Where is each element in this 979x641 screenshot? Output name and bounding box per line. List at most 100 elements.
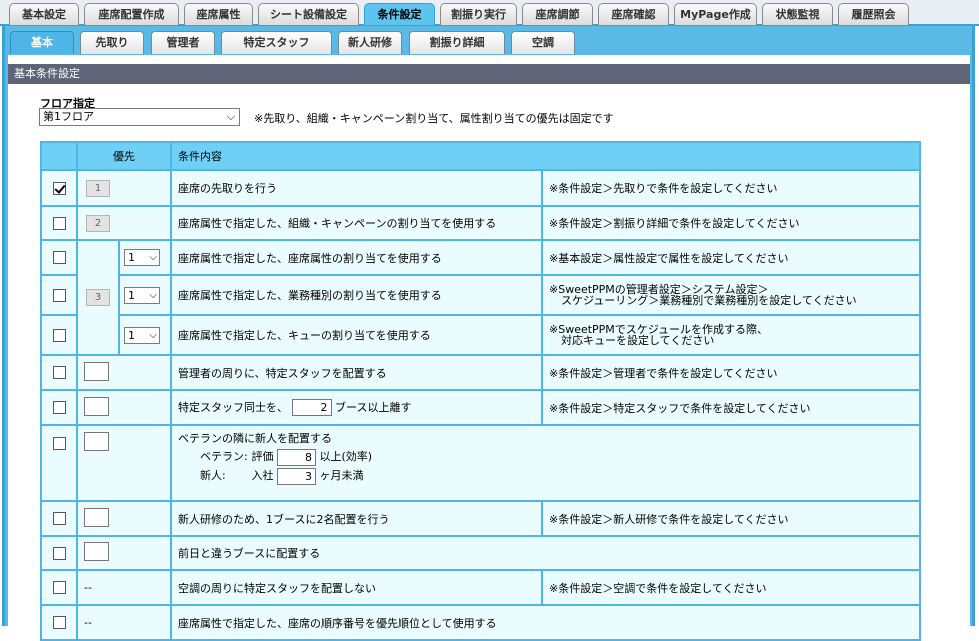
row-checkbox[interactable] bbox=[52, 436, 66, 450]
newcomer-sub-label: 入社 bbox=[251, 469, 274, 482]
condition-text: 座席属性で指定した、座席の順序番号を優先順位として使用する bbox=[170, 604, 921, 641]
newcomer-suffix: ヶ月未満 bbox=[319, 469, 364, 482]
tab-mypage-create[interactable]: MyPage作成 bbox=[674, 3, 757, 25]
table-row: -- 座席属性で指定した、座席の順序番号を優先順位として使用する bbox=[40, 604, 921, 641]
condition-text: 座席の先取りを行う bbox=[170, 169, 543, 207]
tab-condition-settings[interactable]: 条件設定 bbox=[364, 3, 435, 25]
subtab-basic[interactable]: 基本 bbox=[10, 31, 74, 54]
condition-text: 前日と違うブースに配置する bbox=[170, 535, 921, 571]
tab-seat-layout[interactable]: 座席配置作成 bbox=[84, 3, 179, 25]
table-row: 1 座席の先取りを行う ※条件設定＞先取りで条件を設定してください bbox=[40, 169, 921, 207]
priority-badge: 3 bbox=[86, 289, 110, 306]
booth-distance-input[interactable]: 2 bbox=[291, 399, 332, 417]
condition-note: ※条件設定＞管理者で条件を設定してください bbox=[541, 354, 921, 391]
subtab-allocation-detail[interactable]: 割振り詳細 bbox=[409, 31, 505, 54]
tab-seat-attributes[interactable]: 座席属性 bbox=[184, 3, 253, 25]
newcomer-months-input[interactable]: 3 bbox=[277, 467, 316, 485]
row-checkbox[interactable] bbox=[52, 581, 66, 595]
row-checkbox[interactable] bbox=[52, 328, 66, 342]
header-condition: 条件内容 bbox=[170, 141, 921, 171]
row-checkbox[interactable] bbox=[52, 288, 66, 302]
newcomer-line: 新人: 入社 3 ヶ月未満 bbox=[178, 466, 913, 485]
table-row: 2 座席属性で指定した、組織・キャンペーンの割り当てを使用する ※条件設定＞割振… bbox=[40, 205, 921, 241]
settings-panel: 基本条件設定 フロア指定 第1フロア ⌵ ※先取り、組織・キャンペーン割り当て、… bbox=[8, 55, 970, 641]
condition-text: 座席属性で指定した、キューの割り当てを使用する bbox=[170, 314, 543, 356]
table-row: 1 ⌵ 座席属性で指定した、業務種別の割り当てを使用する ※SweetPPMの管理… bbox=[40, 274, 921, 316]
condition-prefix: 特定スタッフ同士を、 bbox=[178, 400, 288, 414]
condition-text: 新人研修のため、1ブースに2名配置を行う bbox=[170, 500, 543, 537]
priority-input[interactable] bbox=[84, 361, 109, 381]
condition-note: ※SweetPPMでスケジュールを作成する際、 対応キューを設定してください bbox=[541, 314, 921, 356]
condition-note: ※SweetPPMの管理者設定＞システム設定＞ スケジューリング＞業務種別で業務… bbox=[541, 274, 921, 316]
tab-allocation-run[interactable]: 割振り実行 bbox=[440, 3, 517, 25]
veteran-sub-label: 評価 bbox=[251, 450, 274, 463]
chevron-down-icon: ⌵ bbox=[149, 252, 157, 263]
priority-input[interactable] bbox=[84, 542, 109, 561]
subtab-new-training[interactable]: 新人研修 bbox=[338, 31, 402, 54]
chevron-down-icon: ⌵ bbox=[149, 329, 157, 341]
veteran-rating-input[interactable]: 8 bbox=[277, 448, 316, 466]
priority-dash: -- bbox=[76, 604, 172, 641]
tab-history[interactable]: 履歴照会 bbox=[838, 3, 909, 25]
condition-note: ※条件設定＞新人研修で条件を設定してください bbox=[541, 500, 921, 537]
row-checkbox[interactable] bbox=[52, 401, 66, 415]
chevron-down-icon: ⌵ bbox=[226, 110, 235, 123]
priority-badge: 2 bbox=[86, 214, 110, 232]
chevron-down-icon: ⌵ bbox=[149, 289, 157, 301]
row-checkbox[interactable] bbox=[52, 216, 66, 230]
row-checkbox[interactable] bbox=[52, 616, 66, 630]
table-row: 新人研修のため、1ブースに2名配置を行う ※条件設定＞新人研修で条件を設定してく… bbox=[40, 500, 921, 537]
condition-note: ※条件設定＞割振り詳細で条件を設定してください bbox=[541, 205, 921, 241]
note-line-2: スケジューリング＞業務種別で業務種別を設定してください bbox=[561, 294, 857, 307]
condition-text: 空調の周りに特定スタッフを配置しない bbox=[170, 569, 543, 606]
tab-basic-settings[interactable]: 基本設定 bbox=[9, 3, 79, 25]
conditions-table: 優先 条件内容 1 座席の先取りを行う ※条件設定＞先取りで条件を設定してくださ… bbox=[40, 141, 921, 641]
tab-seat-adjust[interactable]: 座席調節 bbox=[522, 3, 593, 25]
veteran-suffix: 以上(効率) bbox=[319, 450, 373, 463]
table-row: ベテランの隣に新人を配置する ベテラン: 評価 8 以上(効率) 新人: 入社 … bbox=[40, 424, 921, 502]
subtab-special-staff[interactable]: 特定スタッフ bbox=[221, 31, 332, 54]
row-checkbox[interactable] bbox=[52, 366, 66, 380]
subtab-preempt[interactable]: 先取り bbox=[80, 31, 144, 54]
table-row: 管理者の周りに、特定スタッフを配置する ※条件設定＞管理者で条件を設定してくださ… bbox=[40, 354, 921, 391]
row-checkbox[interactable] bbox=[52, 512, 66, 526]
header-check bbox=[40, 141, 78, 171]
row-checkbox[interactable] bbox=[52, 181, 66, 195]
condition-text: 特定スタッフ同士を、 2 ブース以上離す bbox=[170, 389, 543, 426]
condition-text: 管理者の周りに、特定スタッフを配置する bbox=[170, 354, 543, 391]
panel-title: 基本条件設定 bbox=[8, 64, 970, 84]
header-priority: 優先 bbox=[76, 141, 172, 171]
row-checkbox[interactable] bbox=[52, 546, 66, 560]
condition-note: ※条件設定＞先取りで条件を設定してください bbox=[541, 169, 921, 207]
veteran-line: ベテラン: 評価 8 以上(効率) bbox=[178, 447, 913, 466]
table-row: 3 1 ⌵ 座席属性で指定した、座席属性の割り当てを使用する ※基本設定＞属性設定… bbox=[40, 239, 921, 356]
tab-seat-confirm[interactable]: 座席確認 bbox=[598, 3, 669, 25]
subtab-manager[interactable]: 管理者 bbox=[151, 31, 215, 54]
priority-dash: -- bbox=[76, 569, 172, 606]
row-checkbox[interactable] bbox=[52, 251, 66, 265]
note-line-2: 対応キューを設定してください bbox=[561, 334, 715, 347]
sub-priority-select[interactable]: 1 ⌵ bbox=[124, 286, 160, 304]
condition-text: 座席属性で指定した、業務種別の割り当てを使用する bbox=[170, 274, 543, 316]
table-row: 特定スタッフ同士を、 2 ブース以上離す ※条件設定＞特定スタッフで条件を設定し… bbox=[40, 389, 921, 426]
condition-note: ※条件設定＞特定スタッフで条件を設定してください bbox=[541, 389, 921, 426]
sub-priority-select[interactable]: 1 ⌵ bbox=[124, 326, 160, 344]
tab-status-monitor[interactable]: 状態監視 bbox=[762, 3, 833, 25]
floor-note: ※先取り、組織・キャンペーン割り当て、属性割り当ての優先は固定です bbox=[254, 112, 614, 125]
sub-priority-value: 1 bbox=[128, 328, 135, 342]
subtab-aircon[interactable]: 空調 bbox=[511, 31, 575, 54]
priority-badge: 1 bbox=[86, 179, 110, 197]
priority-input[interactable] bbox=[84, 396, 109, 416]
priority-input[interactable] bbox=[84, 432, 109, 451]
table-header-row: 優先 条件内容 bbox=[40, 141, 921, 171]
condition-suffix: ブース以上離す bbox=[335, 400, 412, 414]
sub-priority-value: 1 bbox=[128, 288, 135, 302]
floor-select-value: 第1フロア bbox=[43, 110, 94, 123]
table-row: 1 ⌵ 座席属性で指定した、キューの割り当てを使用する ※SweetPPMでスケジ… bbox=[40, 314, 921, 356]
floor-select[interactable]: 第1フロア ⌵ bbox=[39, 108, 240, 126]
condition-text: ベテランの隣に新人を配置する bbox=[178, 432, 332, 445]
priority-input[interactable] bbox=[84, 507, 109, 527]
sub-priority-select[interactable]: 1 ⌵ bbox=[124, 249, 160, 266]
table-row: 前日と違うブースに配置する bbox=[40, 535, 921, 571]
tab-sheet-equipment[interactable]: シート設備設定 bbox=[258, 3, 359, 25]
